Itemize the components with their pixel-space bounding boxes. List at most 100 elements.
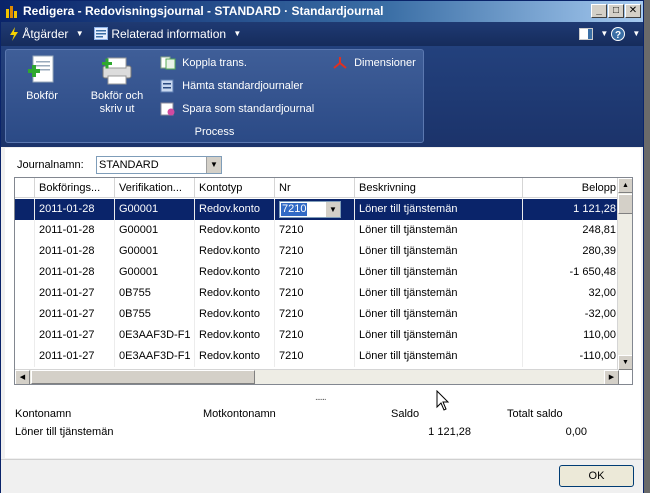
account-name-value: Löner till tjänstemän xyxy=(15,426,114,438)
row-selector[interactable] xyxy=(15,199,35,220)
cell-amount[interactable]: -32,00 xyxy=(523,304,619,325)
row-selector[interactable] xyxy=(15,304,35,325)
minimize-button[interactable]: _ xyxy=(591,4,607,18)
cell-posting-date[interactable]: 2011-01-28 xyxy=(35,262,115,283)
cell-posting-date[interactable]: 2011-01-27 xyxy=(35,325,115,346)
cell-amount[interactable]: 1 121,28 xyxy=(523,199,619,220)
ok-button[interactable]: OK xyxy=(559,465,634,487)
dimensions-button[interactable]: Dimensioner xyxy=(332,56,416,70)
apply-entries-button[interactable]: Koppla trans. xyxy=(160,56,247,70)
row-selector[interactable] xyxy=(15,220,35,241)
cell-description[interactable]: Löner till tjänstemän xyxy=(355,241,523,262)
row-selector[interactable] xyxy=(15,262,35,283)
table-row[interactable]: 2011-01-27 0E3AAF3D-F1 Redov.konto 7210 Löne… xyxy=(15,325,619,346)
cell-account-no[interactable]: 7210 xyxy=(275,262,355,283)
help-menu[interactable]: ? ▼ xyxy=(611,26,640,42)
chevron-down-icon[interactable]: ▼ xyxy=(206,157,221,173)
scroll-up-icon[interactable]: ▲ xyxy=(618,178,632,193)
column-header-account-no[interactable]: Nr xyxy=(275,178,355,197)
cell-posting-date[interactable]: 2011-01-27 xyxy=(35,346,115,367)
scroll-left-icon[interactable]: ◀ xyxy=(15,370,30,384)
cell-document-no[interactable]: 0E3AAF3D-F1 xyxy=(115,346,195,367)
cell-account-type[interactable]: Redov.konto xyxy=(195,283,275,304)
related-information-menu[interactable]: Relaterad information ▼ xyxy=(94,26,241,42)
cell-description[interactable]: Löner till tjänstemän xyxy=(355,199,523,220)
vertical-scroll-thumb[interactable] xyxy=(618,194,632,214)
cell-document-no[interactable]: G00001 xyxy=(115,262,195,283)
get-standard-journals-button[interactable]: Hämta standardjournaler xyxy=(160,79,303,93)
cell-posting-date[interactable]: 2011-01-27 xyxy=(35,283,115,304)
cell-document-no[interactable]: 0B755 xyxy=(115,304,195,325)
column-header-document-no[interactable]: Verifikation... xyxy=(115,178,195,197)
cell-description[interactable]: Löner till tjänstemän xyxy=(355,346,523,367)
save-as-standard-journal-button[interactable]: Spara som standardjournal xyxy=(160,102,314,116)
scroll-right-icon[interactable]: ▶ xyxy=(604,370,619,384)
close-button[interactable]: ✕ xyxy=(625,4,641,18)
cell-posting-date[interactable]: 2011-01-28 xyxy=(35,199,115,220)
cell-account-no[interactable]: 7210 xyxy=(275,325,355,346)
account-no-editor[interactable]: 7210 ▼ xyxy=(279,201,341,218)
chevron-down-icon[interactable]: ▼ xyxy=(326,202,340,217)
cell-document-no[interactable]: G00001 xyxy=(115,220,195,241)
cell-posting-date[interactable]: 2011-01-28 xyxy=(35,241,115,262)
scroll-down-icon[interactable]: ▼ xyxy=(618,355,632,370)
table-row[interactable]: 2011-01-27 0B755 Redov.konto 7210 Löner till… xyxy=(15,283,619,304)
cell-account-type[interactable]: Redov.konto xyxy=(195,241,275,262)
cell-posting-date[interactable]: 2011-01-27 xyxy=(35,304,115,325)
table-row[interactable]: 2011-01-28 G00001 Redov.konto 7210 ▼ Löner ti… xyxy=(15,199,619,220)
cell-document-no[interactable]: G00001 xyxy=(115,241,195,262)
cell-amount[interactable]: 32,00 xyxy=(523,283,619,304)
cell-account-type[interactable]: Redov.konto xyxy=(195,199,275,220)
layout-menu[interactable]: ▼ xyxy=(579,26,608,42)
cell-document-no[interactable]: 0B755 xyxy=(115,283,195,304)
column-header-description[interactable]: Beskrivning xyxy=(355,178,523,197)
column-header-account-type[interactable]: Kontotyp xyxy=(195,178,275,197)
row-selector[interactable] xyxy=(15,283,35,304)
cell-account-no[interactable]: 7210 xyxy=(275,304,355,325)
cell-account-no[interactable]: 7210 xyxy=(275,283,355,304)
table-row[interactable]: 2011-01-27 0E3AAF3D-F1 Redov.konto 7210 Löne… xyxy=(15,346,619,367)
row-selector[interactable] xyxy=(15,241,35,262)
table-row[interactable]: 2011-01-28 G00001 Redov.konto 7210 Löner til… xyxy=(15,241,619,262)
cell-account-no[interactable]: 7210 xyxy=(275,220,355,241)
table-row[interactable]: 2011-01-28 G00001 Redov.konto 7210 Löner til… xyxy=(15,220,619,241)
cell-description[interactable]: Löner till tjänstemän xyxy=(355,220,523,241)
vertical-scrollbar[interactable]: ▲ ▼ xyxy=(617,178,632,370)
column-header-posting-date[interactable]: Bokförings... xyxy=(35,178,115,197)
cell-description[interactable]: Löner till tjänstemän xyxy=(355,262,523,283)
cell-account-type[interactable]: Redov.konto xyxy=(195,262,275,283)
cell-amount[interactable]: -1 650,48 xyxy=(523,262,619,283)
cell-document-no[interactable]: 0E3AAF3D-F1 xyxy=(115,325,195,346)
cell-description[interactable]: Löner till tjänstemän xyxy=(355,283,523,304)
journal-name-select[interactable]: STANDARD ▼ xyxy=(96,156,222,174)
horizontal-scroll-thumb[interactable] xyxy=(31,370,255,384)
cell-description[interactable]: Löner till tjänstemän xyxy=(355,304,523,325)
cell-description[interactable]: Löner till tjänstemän xyxy=(355,325,523,346)
splitter-handle[interactable]: ...... xyxy=(315,392,327,403)
post-button[interactable]: Bokför xyxy=(16,54,68,103)
cell-amount[interactable]: 280,39 xyxy=(523,241,619,262)
table-row[interactable]: 2011-01-28 G00001 Redov.konto 7210 Löner til… xyxy=(15,262,619,283)
post-and-print-button[interactable]: Bokför och skriv ut xyxy=(86,54,148,116)
cell-amount[interactable]: -110,00 xyxy=(523,346,619,367)
row-selector[interactable] xyxy=(15,325,35,346)
table-row[interactable]: 2011-01-27 0B755 Redov.konto 7210 Löner till… xyxy=(15,304,619,325)
journal-lines-grid[interactable]: Bokförings... Verifikation... Kontotyp N… xyxy=(14,177,633,385)
actions-menu[interactable]: Åtgärder ▼ xyxy=(9,26,84,42)
row-selector[interactable] xyxy=(15,346,35,367)
maximize-button[interactable]: □ xyxy=(608,4,624,18)
cell-amount[interactable]: 110,00 xyxy=(523,325,619,346)
cell-account-no[interactable]: 7210 xyxy=(275,241,355,262)
horizontal-scrollbar[interactable]: ◀ ▶ xyxy=(15,369,619,384)
cell-account-type[interactable]: Redov.konto xyxy=(195,304,275,325)
chevron-down-icon: ▼ xyxy=(233,29,242,39)
cell-account-no[interactable]: 7210 xyxy=(275,346,355,367)
cell-amount[interactable]: 248,81 xyxy=(523,220,619,241)
cell-account-type[interactable]: Redov.konto xyxy=(195,325,275,346)
cell-account-type[interactable]: Redov.konto xyxy=(195,220,275,241)
cell-account-type[interactable]: Redov.konto xyxy=(195,346,275,367)
column-header-amount[interactable]: Belopp xyxy=(523,178,619,197)
cell-posting-date[interactable]: 2011-01-28 xyxy=(35,220,115,241)
cell-document-no[interactable]: G00001 xyxy=(115,199,195,220)
cell-account-no[interactable]: 7210 ▼ xyxy=(275,199,355,220)
